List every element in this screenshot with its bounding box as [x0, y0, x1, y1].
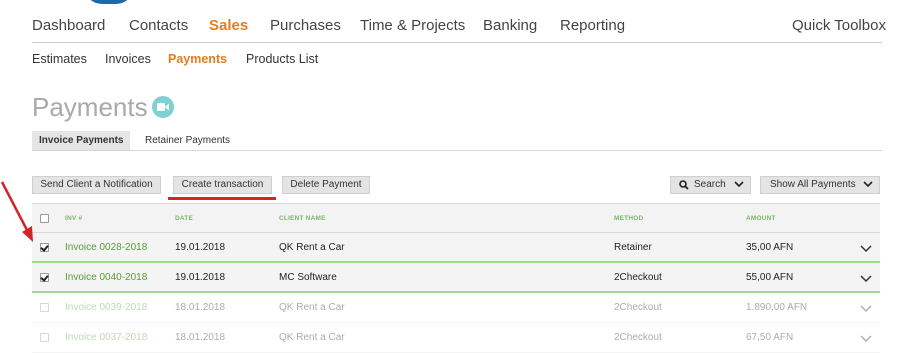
nav-quick-toolbox[interactable]: Quick Toolbox	[792, 17, 886, 34]
video-camera-icon[interactable]	[152, 96, 174, 118]
payment-method: 2Checkout	[614, 302, 662, 313]
chevron-down-icon[interactable]	[860, 273, 872, 283]
sub-nav: Estimates Invoices Payments Products Lis…	[32, 52, 882, 72]
row-checkbox[interactable]	[40, 273, 49, 282]
payment-amount: 67,50 AFN	[746, 332, 794, 343]
subnav-invoices[interactable]: Invoices	[105, 52, 151, 66]
chevron-down-icon[interactable]	[860, 243, 872, 253]
header-amount[interactable]: AMOUNT	[746, 215, 776, 222]
payment-date: 18.01.2018	[175, 332, 226, 343]
page-title: Payments	[32, 92, 148, 122]
annotation-underline	[168, 197, 276, 200]
search-icon	[679, 180, 689, 190]
header-date[interactable]: DATE	[175, 215, 193, 222]
table-row[interactable]: Invoice 0037-2018 18.01.2018 QK Rent a C…	[32, 323, 880, 353]
row-checkbox[interactable]	[40, 333, 49, 342]
tab-retainer-payments[interactable]: Retainer Payments	[138, 131, 237, 150]
payment-date: 19.01.2018	[175, 272, 226, 283]
chevron-down-icon[interactable]	[860, 303, 872, 313]
select-all-checkbox[interactable]	[40, 214, 49, 223]
payment-method: 2Checkout	[614, 272, 662, 283]
tab-invoice-payments[interactable]: Invoice Payments	[32, 131, 131, 150]
payment-method: 2Checkout	[614, 332, 662, 343]
subnav-products-list[interactable]: Products List	[246, 52, 318, 66]
delete-payment-button[interactable]: Delete Payment	[282, 176, 370, 194]
invoice-link[interactable]: Invoice 0037-2018	[65, 332, 147, 343]
payment-amount: 1.890,00 AFN	[746, 302, 808, 313]
search-label: Search	[694, 179, 726, 190]
table-row[interactable]: Invoice 0028-2018 19.01.2018 QK Rent a C…	[32, 233, 880, 263]
show-all-payments-dropdown[interactable]: Show All Payments	[760, 176, 880, 194]
nav-banking[interactable]: Banking	[483, 17, 537, 34]
payment-type-tabs: Invoice Payments Retainer Payments	[32, 131, 882, 151]
chevron-down-icon	[863, 181, 873, 188]
nav-time-projects[interactable]: Time & Projects	[360, 17, 465, 34]
main-nav: Dashboard Contacts Sales Purchases Time …	[32, 17, 886, 43]
nav-reporting[interactable]: Reporting	[560, 17, 625, 34]
payments-table: INV # DATE CLIENT NAME METHOD AMOUNT Inv…	[32, 203, 880, 353]
chevron-down-icon[interactable]	[860, 333, 872, 343]
nav-contacts[interactable]: Contacts	[129, 17, 188, 34]
table-row[interactable]: Invoice 0040-2018 19.01.2018 MC Software…	[32, 263, 880, 293]
subnav-payments[interactable]: Payments	[168, 52, 227, 66]
header-client-name[interactable]: CLIENT NAME	[279, 215, 326, 222]
table-row[interactable]: Invoice 0039-2018 18.01.2018 QK Rent a C…	[32, 293, 880, 323]
nav-purchases[interactable]: Purchases	[270, 17, 341, 34]
payment-date: 19.01.2018	[175, 242, 226, 253]
header-inv[interactable]: INV #	[65, 215, 82, 222]
payment-amount: 55,00 AFN	[746, 272, 794, 283]
show-all-label: Show All Payments	[770, 179, 856, 190]
payment-date: 18.01.2018	[175, 302, 226, 313]
client-name: MC Software	[279, 272, 337, 283]
client-name: QK Rent a Car	[279, 332, 345, 343]
invoice-link[interactable]: Invoice 0028-2018	[65, 242, 147, 253]
chevron-down-icon	[734, 181, 744, 188]
send-notification-button[interactable]: Send Client a Notification	[32, 176, 161, 194]
logo-fragment	[84, 0, 134, 4]
nav-sales[interactable]: Sales	[209, 17, 248, 34]
subnav-estimates[interactable]: Estimates	[32, 52, 87, 66]
table-header: INV # DATE CLIENT NAME METHOD AMOUNT	[32, 203, 880, 233]
row-checkbox[interactable]	[40, 303, 49, 312]
invoice-link[interactable]: Invoice 0039-2018	[65, 302, 147, 313]
create-transaction-button[interactable]: Create transaction	[173, 176, 272, 194]
payment-amount: 35,00 AFN	[746, 242, 794, 253]
nav-dashboard[interactable]: Dashboard	[32, 17, 105, 34]
header-method[interactable]: METHOD	[614, 215, 643, 222]
client-name: QK Rent a Car	[279, 302, 345, 313]
search-button[interactable]: Search	[670, 176, 751, 194]
payment-method: Retainer	[614, 242, 652, 253]
client-name: QK Rent a Car	[279, 242, 345, 253]
row-checkbox[interactable]	[40, 243, 49, 252]
invoice-link[interactable]: Invoice 0040-2018	[65, 272, 147, 283]
